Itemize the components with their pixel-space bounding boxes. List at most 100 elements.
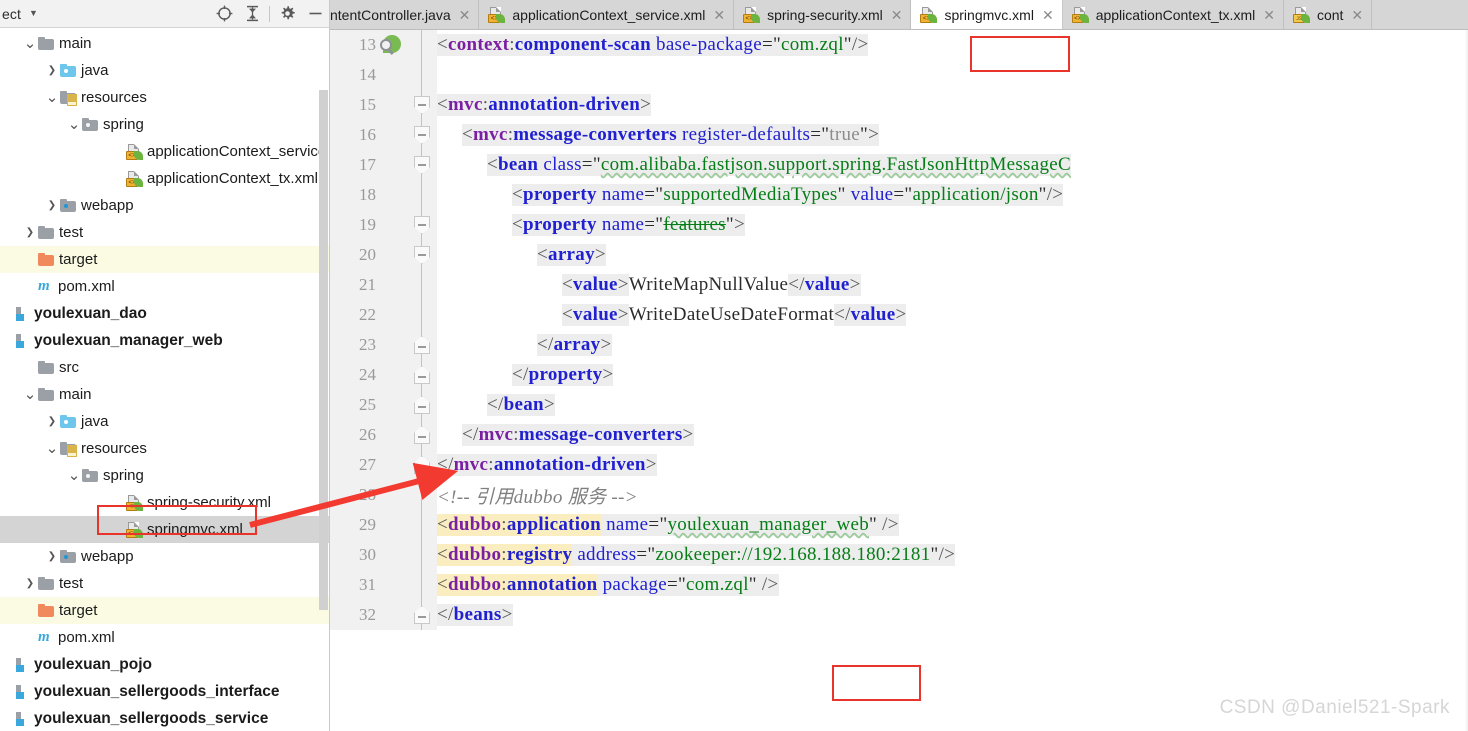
code-token: =	[581, 154, 593, 176]
code-editor[interactable]: 13 < context: component-scan base-package = "…	[330, 30, 1468, 731]
editor-tab[interactable]: ntentController.java ✕	[330, 0, 480, 29]
fold-open-icon[interactable]	[414, 246, 430, 264]
close-icon[interactable]: ✕	[1042, 8, 1054, 22]
tree-item[interactable]: ⌄ main	[0, 30, 329, 57]
code-line[interactable]: 15 < mvc: annotation-driven >	[330, 90, 1468, 120]
fold-close-icon[interactable]	[414, 366, 430, 384]
chevron-down-icon[interactable]: ⌄	[66, 111, 82, 138]
toolbar-divider	[269, 5, 270, 22]
code-line[interactable]: 28 <!-- 引用dubbo 服务 -->	[330, 480, 1468, 510]
editor-tab-bar[interactable]: ntentController.java ✕ <> applicationContex…	[330, 0, 1468, 30]
code-line[interactable]: 14	[330, 60, 1468, 90]
chevron-right-icon[interactable]: ❯	[44, 543, 60, 570]
editor-tab[interactable]: <> springmvc.xml ✕	[911, 0, 1063, 29]
close-icon[interactable]: ✕	[891, 8, 903, 22]
chevron-down-icon[interactable]: ⌄	[22, 381, 38, 408]
fold-close-icon[interactable]	[414, 396, 430, 414]
chevron-right-icon[interactable]: ❯	[22, 219, 38, 246]
code-token: class	[543, 154, 582, 176]
tree-item-label: webapp	[81, 548, 134, 565]
close-icon[interactable]: ✕	[713, 8, 725, 22]
code-token: <	[512, 184, 524, 206]
code-line[interactable]: 31 < dubbo: annotation package = " com.zql " />	[330, 570, 1468, 600]
code-line[interactable]: 24 </property >	[330, 360, 1468, 390]
tree-item[interactable]: ❯ webapp	[0, 192, 329, 219]
tree-item[interactable]: ❯ webapp	[0, 543, 329, 570]
tree-item[interactable]: youlexuan_dao	[0, 300, 329, 327]
tree-item[interactable]: ⌄ resources	[0, 84, 329, 111]
spring-bean-icon[interactable]	[380, 35, 401, 56]
tree-item[interactable]: target	[0, 246, 329, 273]
tree-item[interactable]: youlexuan_pojo	[0, 651, 329, 678]
fold-open-icon[interactable]	[414, 96, 430, 114]
project-tree[interactable]: ⌄ main ❯ java ⌄ resources ⌄ spring <> application…	[0, 28, 329, 731]
hide-icon[interactable]	[301, 1, 329, 27]
tree-item[interactable]: ❯ java	[0, 57, 329, 84]
fold-close-icon[interactable]	[414, 426, 430, 444]
close-icon[interactable]: ✕	[1351, 8, 1363, 22]
code-line[interactable]: 32 </beans >	[330, 600, 1468, 630]
tree-item[interactable]: ❯ java	[0, 408, 329, 435]
editor-tab[interactable]: <> spring-security.xml ✕	[734, 0, 912, 29]
gear-icon[interactable]	[273, 1, 301, 27]
collapse-all-icon[interactable]	[238, 1, 266, 27]
code-line[interactable]: 21 < value > WriteMapNullValue </value >	[330, 270, 1468, 300]
tree-item[interactable]: m pom.xml	[0, 624, 329, 651]
tree-item[interactable]: ⌄ resources	[0, 435, 329, 462]
locate-icon[interactable]	[210, 1, 238, 27]
chevron-right-icon[interactable]: ❯	[44, 192, 60, 219]
chevron-down-icon[interactable]: ⌄	[66, 462, 82, 489]
project-panel-scrollbar[interactable]	[319, 90, 328, 610]
tree-item[interactable]: ⌄ spring	[0, 111, 329, 138]
code-line[interactable]: 13 < context: component-scan base-package = "…	[330, 30, 1468, 60]
tree-item[interactable]: ❯ test	[0, 219, 329, 246]
tree-item[interactable]: target	[0, 597, 329, 624]
fold-close-icon[interactable]	[414, 606, 430, 624]
fold-open-icon[interactable]	[414, 216, 430, 234]
tree-item[interactable]: <> applicationContext_service	[0, 138, 329, 165]
code-line[interactable]: 16 < mvc: message-converters register-defau…	[330, 120, 1468, 150]
editor-tab[interactable]: <> applicationContext_tx.xml ✕	[1062, 0, 1284, 29]
code-line[interactable]: 19 < property name = " features " >	[330, 210, 1468, 240]
editor-tab[interactable]: <> applicationContext_service.xml ✕	[479, 0, 735, 29]
tree-item[interactable]: ❯ test	[0, 570, 329, 597]
tree-item[interactable]: src	[0, 354, 329, 381]
chevron-down-icon[interactable]: ▼	[29, 9, 38, 18]
code-line[interactable]: 23 </array >	[330, 330, 1468, 360]
fold-open-icon[interactable]	[414, 156, 430, 174]
chevron-right-icon[interactable]: ❯	[22, 570, 38, 597]
chevron-right-icon[interactable]: ❯	[44, 57, 60, 84]
code-line[interactable]: 30 < dubbo: registry address = " zookeeper://1…	[330, 540, 1468, 570]
chevron-down-icon[interactable]: ⌄	[44, 84, 60, 111]
fold-open-icon[interactable]	[414, 126, 430, 144]
fold-close-icon[interactable]	[414, 456, 430, 474]
code-line[interactable]: 25 </bean >	[330, 390, 1468, 420]
close-icon[interactable]: ✕	[459, 8, 471, 22]
tree-item[interactable]: youlexuan_manager_web	[0, 327, 329, 354]
code-line[interactable]: 29 < dubbo: application name = " youlexuan_man…	[330, 510, 1468, 540]
editor-tab[interactable]: JS cont ✕	[1283, 0, 1373, 29]
tree-item[interactable]: youlexuan_sellergoods_service	[0, 705, 329, 731]
fold-close-icon[interactable]	[414, 336, 430, 354]
tree-item[interactable]: <> springmvc.xml	[0, 516, 329, 543]
line-number: 32	[359, 605, 376, 624]
code-line[interactable]: 20 < array >	[330, 240, 1468, 270]
code-line[interactable]: 26 </mvc: message-converters >	[330, 420, 1468, 450]
tree-item[interactable]: <> spring-security.xml	[0, 489, 329, 516]
tree-item[interactable]: m pom.xml	[0, 273, 329, 300]
code-line[interactable]: 17 < bean class = " com.alibaba.fastjson.supp…	[330, 150, 1468, 180]
code-line[interactable]: 27 </mvc: annotation-driven >	[330, 450, 1468, 480]
code-line[interactable]: 18 < property name = " supportedMediaTypes " v…	[330, 180, 1468, 210]
chevron-down-icon[interactable]: ⌄	[44, 435, 60, 462]
line-number: 17	[359, 155, 376, 174]
tree-item[interactable]: <> applicationContext_tx.xml	[0, 165, 329, 192]
close-icon[interactable]: ✕	[1263, 8, 1275, 22]
code-line[interactable]: 22 < value > WriteDateUseDateFormat </value >	[330, 300, 1468, 330]
code-token: >	[594, 244, 606, 266]
chevron-down-icon[interactable]: ⌄	[22, 30, 38, 57]
tree-item[interactable]: ⌄ spring	[0, 462, 329, 489]
code-token: "	[821, 124, 830, 146]
chevron-right-icon[interactable]: ❯	[44, 408, 60, 435]
tree-item[interactable]: ⌄ main	[0, 381, 329, 408]
tree-item[interactable]: youlexuan_sellergoods_interface	[0, 678, 329, 705]
